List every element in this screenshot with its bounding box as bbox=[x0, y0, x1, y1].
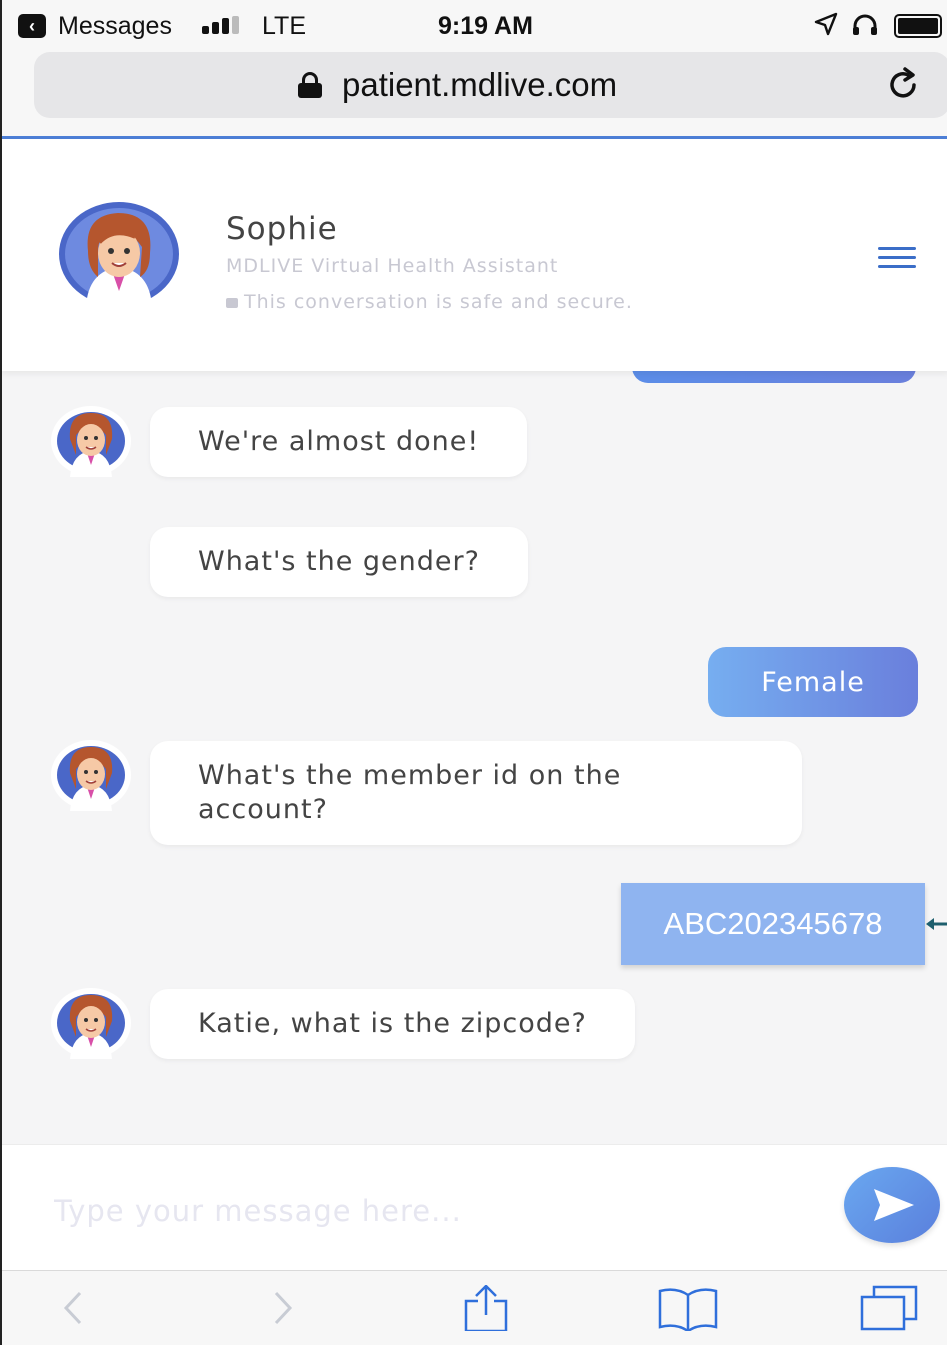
back-icon[interactable] bbox=[58, 1285, 88, 1331]
bookmarks-icon[interactable] bbox=[658, 1285, 718, 1331]
chat-transcript[interactable]: We're almost done! What's the gender? Fe… bbox=[2, 371, 947, 1144]
chat-header: Sophie MDLIVE Virtual Health Assistant T… bbox=[2, 139, 947, 371]
avatar bbox=[58, 201, 180, 307]
address-bar[interactable]: patient.mdlive.com bbox=[34, 52, 947, 118]
message-composer bbox=[2, 1144, 947, 1270]
previous-user-message bbox=[632, 371, 916, 383]
arrow-icon bbox=[926, 918, 947, 930]
assistant-message: What's the gender? bbox=[150, 527, 528, 597]
carrier-label: LTE bbox=[262, 12, 306, 40]
user-message: Female bbox=[708, 647, 918, 717]
lock-icon bbox=[226, 298, 238, 308]
send-button[interactable] bbox=[844, 1167, 940, 1243]
back-to-app-icon[interactable]: ‹ bbox=[18, 14, 46, 38]
share-icon[interactable] bbox=[462, 1285, 510, 1331]
lock-icon bbox=[298, 72, 322, 98]
send-icon bbox=[874, 1189, 914, 1221]
message-text: Female bbox=[761, 666, 865, 698]
agent-name: Sophie bbox=[226, 211, 338, 247]
message-text: What's the member id on the account? bbox=[198, 760, 622, 825]
back-to-app-label[interactable]: Messages bbox=[58, 12, 172, 41]
browser-chrome: patient.mdlive.com bbox=[2, 50, 947, 136]
url-text[interactable]: patient.mdlive.com bbox=[342, 66, 617, 104]
avatar bbox=[50, 987, 132, 1059]
avatar bbox=[50, 405, 132, 477]
status-bar: ‹ Messages LTE 9:19 AM bbox=[2, 0, 947, 50]
avatar bbox=[50, 739, 132, 811]
browser-toolbar bbox=[2, 1270, 947, 1345]
assistant-message: Katie, what is the zipcode? bbox=[150, 989, 635, 1059]
agent-role: MDLIVE Virtual Health Assistant bbox=[226, 255, 559, 277]
message-text: Katie, what is the zipcode? bbox=[198, 1008, 587, 1039]
message-text: We're almost done! bbox=[198, 426, 480, 457]
message-input[interactable] bbox=[54, 1189, 814, 1233]
security-note-text: This conversation is safe and secure. bbox=[244, 291, 633, 313]
clock: 9:19 AM bbox=[438, 12, 533, 40]
message-text: ABC202345678 bbox=[663, 906, 883, 941]
user-message: ABC202345678 bbox=[621, 883, 925, 965]
reload-icon[interactable] bbox=[884, 66, 922, 104]
battery-icon bbox=[894, 14, 942, 38]
menu-icon[interactable] bbox=[878, 247, 916, 271]
headphones-icon bbox=[852, 14, 878, 36]
tabs-icon[interactable] bbox=[860, 1285, 918, 1331]
message-text: What's the gender? bbox=[198, 546, 480, 577]
location-icon bbox=[814, 12, 838, 43]
assistant-message: We're almost done! bbox=[150, 407, 528, 477]
phone-screen: ‹ Messages LTE 9:19 AM patient.mdlive.co… bbox=[0, 0, 947, 1345]
forward-icon[interactable] bbox=[268, 1285, 298, 1331]
assistant-message: What's the member id on the account? bbox=[150, 741, 802, 845]
signal-icon bbox=[202, 16, 246, 36]
security-note: This conversation is safe and secure. bbox=[226, 291, 633, 313]
